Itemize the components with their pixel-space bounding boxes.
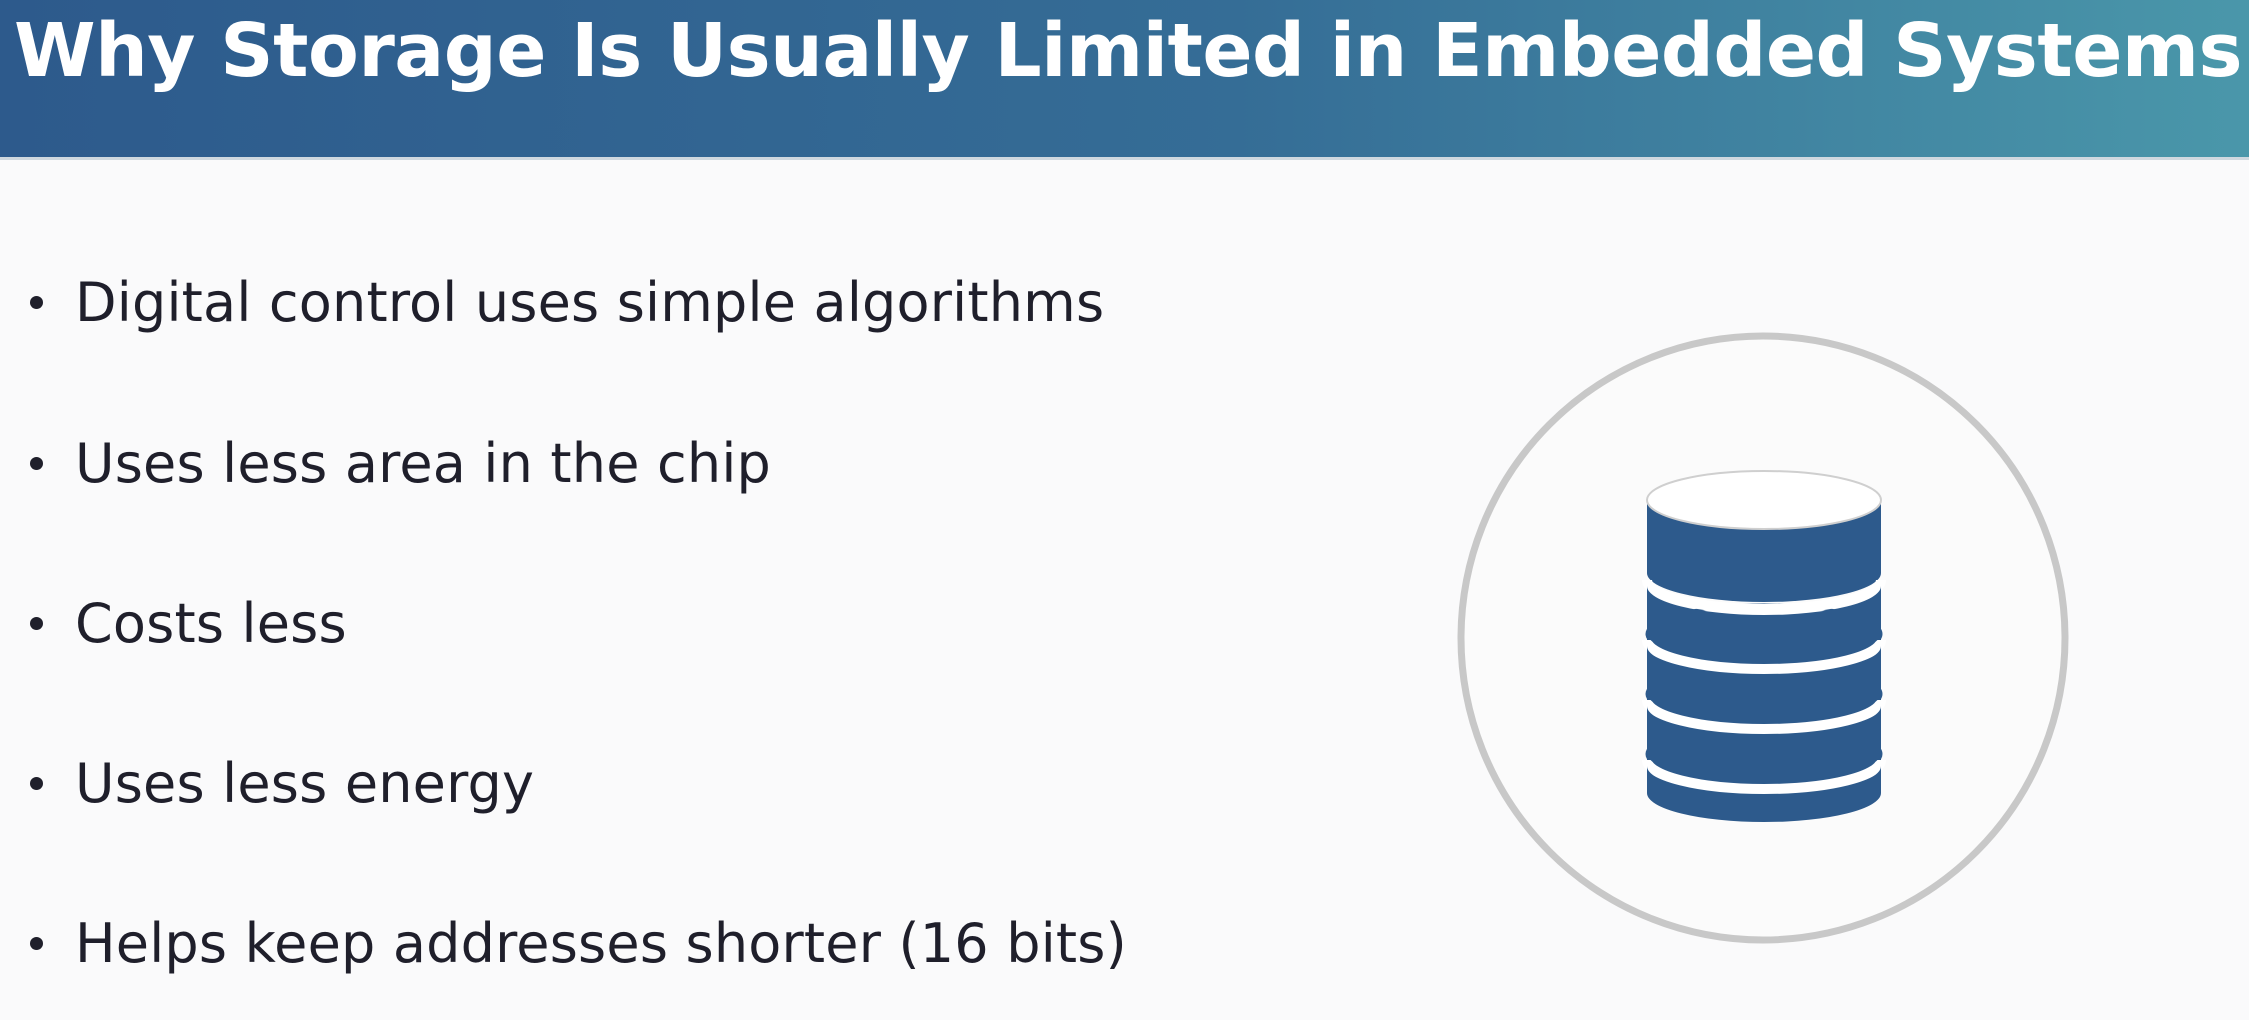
bullet-text: Uses less area in the chip bbox=[75, 431, 771, 495]
database-icon-badge bbox=[1455, 330, 2071, 946]
slide-title: Why Storage Is Usually Limited in Embedd… bbox=[14, 8, 2243, 94]
title-bar: Why Storage Is Usually Limited in Embedd… bbox=[0, 0, 2249, 160]
bullet-item: Digital control uses simple algorithms bbox=[30, 262, 1104, 342]
bullet-item: Helps keep addresses shorter (16 bits) bbox=[30, 903, 1127, 983]
bullet-item: Uses less area in the chip bbox=[30, 423, 771, 503]
bullet-dot-icon bbox=[30, 936, 43, 950]
bullet-dot-icon bbox=[30, 616, 43, 630]
slide: Why Storage Is Usually Limited in Embedd… bbox=[0, 0, 2249, 1020]
bullet-item: Costs less bbox=[30, 583, 347, 663]
database-disk bbox=[1646, 470, 1882, 602]
bullet-item: Uses less energy bbox=[30, 743, 534, 823]
database-icon bbox=[1457, 332, 2069, 944]
bullet-text: Uses less energy bbox=[75, 751, 535, 815]
bullet-dot-icon bbox=[30, 295, 43, 309]
bullet-text: Digital control uses simple algorithms bbox=[75, 270, 1105, 334]
bullet-dot-icon bbox=[30, 776, 43, 790]
bullet-dot-icon bbox=[30, 456, 43, 470]
bullet-text: Helps keep addresses shorter (16 bits) bbox=[75, 911, 1127, 975]
bullet-text: Costs less bbox=[75, 591, 347, 655]
